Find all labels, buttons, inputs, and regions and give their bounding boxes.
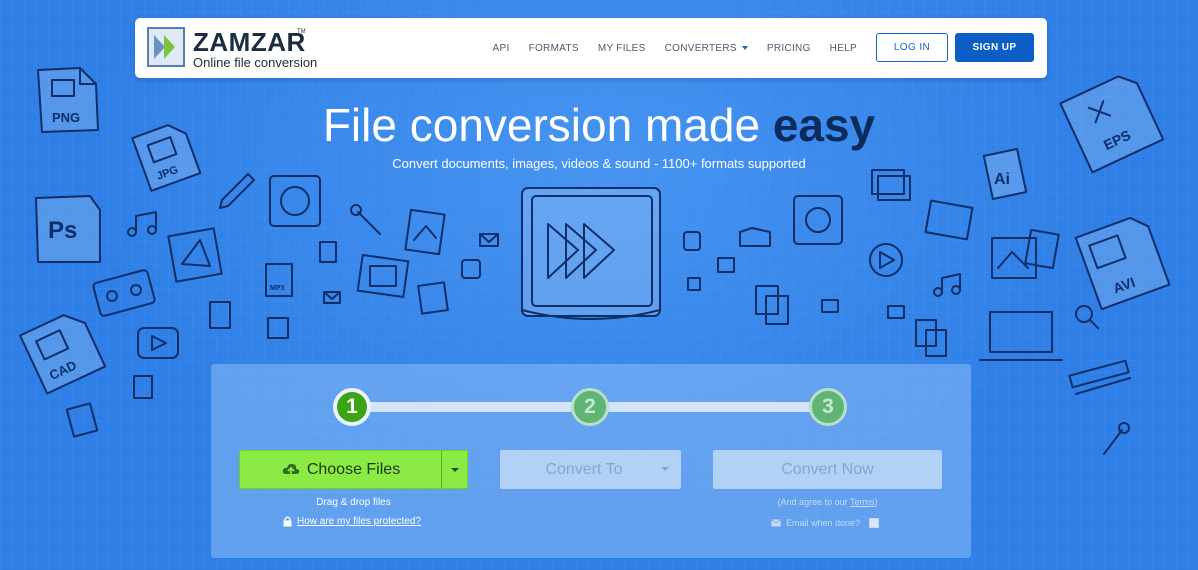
signup-button[interactable]: SIGN UP: [955, 33, 1034, 62]
files-protected-link[interactable]: How are my files protected?: [283, 516, 421, 527]
agree-suffix: ): [874, 497, 878, 507]
drag-drop-hint: Drag & drop files: [316, 497, 391, 508]
svg-text:MP3: MP3: [270, 285, 285, 292]
film-strip-icon: [356, 253, 410, 299]
play-triangle-icon: [167, 227, 223, 283]
terms-link[interactable]: Terms: [850, 497, 875, 507]
image-doc-icon: [404, 208, 446, 256]
lock-icon: [283, 516, 292, 527]
nav-help[interactable]: HELP: [830, 43, 857, 54]
video-doc-icon: [924, 199, 974, 241]
cassette-icon: [92, 269, 156, 317]
play-circle-icon: [869, 243, 903, 277]
step-2-indicator: 2: [571, 388, 609, 426]
nav-converters-label: CONVERTERS: [664, 42, 737, 54]
hero-subtitle: Convert documents, images, videos & soun…: [392, 156, 806, 171]
email-checkbox[interactable]: [869, 518, 880, 528]
pencil-icon: [219, 173, 255, 209]
sync-doc-icon: [793, 195, 843, 245]
logo-trademark: TM: [297, 29, 306, 35]
video-play-icon: [137, 327, 179, 359]
clipboard-icon: [755, 285, 947, 357]
convert-now-button[interactable]: Convert Now: [713, 450, 942, 489]
logo-tagline: Online file conversion: [193, 55, 318, 70]
nav-links: API FORMATS MY FILES CONVERTERS PRICING …: [493, 18, 857, 78]
choose-files-label: Choose Files: [306, 460, 401, 478]
choose-files-button[interactable]: Choose Files: [240, 451, 442, 488]
mp3-file-icon: MP3: [265, 263, 293, 297]
top-navbar: ZAMZAR TM Online file conversion API FOR…: [135, 18, 1047, 78]
small-right-doc-icon: [683, 231, 905, 319]
step-3-indicator: 3: [809, 388, 847, 426]
wrench-icon: [350, 204, 381, 235]
hero-title: File conversion made easy: [0, 96, 1198, 154]
convert-to-label: Convert To: [545, 460, 623, 478]
logo-wordmark: ZAMZAR: [193, 27, 306, 57]
central-play-box-icon: [521, 187, 661, 320]
chevron-down-icon: [741, 45, 748, 50]
login-button[interactable]: LOG IN: [876, 33, 948, 62]
converter-panel: 1 2 3 Choose Files Drag & drop files How…: [211, 364, 971, 558]
svg-text:Ai: Ai: [994, 171, 1010, 188]
nav-converters[interactable]: CONVERTERS: [665, 43, 748, 54]
email-when-done: Email when done?: [771, 518, 880, 528]
caret-down-icon: [451, 467, 459, 472]
nav-formats[interactable]: FORMATS: [529, 43, 579, 54]
svg-text:Ps: Ps: [48, 217, 77, 244]
small-envelope-icon: [323, 291, 341, 304]
nav-api[interactable]: API: [493, 43, 510, 54]
svg-text:AVI: AVI: [1111, 274, 1137, 297]
photoshop-file-icon: Ps: [35, 195, 101, 263]
svg-text:CAD: CAD: [47, 357, 79, 383]
caret-down-icon: [661, 467, 669, 471]
files-protected-text: How are my files protected?: [297, 516, 421, 527]
image-frames-icon: [991, 228, 1060, 279]
photos-icon: [871, 169, 911, 201]
convert-to-select[interactable]: Convert To: [500, 450, 681, 489]
refresh-doc-icon: [269, 175, 321, 227]
hero-title-plain: File conversion made: [322, 99, 773, 151]
hero-title-emphasis: easy: [772, 99, 876, 151]
choose-files-dropdown[interactable]: [442, 451, 468, 488]
id-card-icon: [417, 281, 449, 315]
nav-pricing[interactable]: PRICING: [767, 43, 811, 54]
envelope-icon: [479, 233, 499, 247]
zamzar-logo[interactable]: ZAMZAR TM Online file conversion: [147, 27, 327, 71]
avi-file-icon: AVI: [1074, 216, 1171, 311]
nav-my-files[interactable]: MY FILES: [598, 43, 646, 54]
step-1-indicator: 1: [333, 388, 371, 426]
cad-file-icon: CAD: [19, 314, 107, 395]
cloud-upload-icon: [282, 463, 300, 476]
zamzar-logo-mark-icon: [147, 27, 185, 67]
music-note-right-icon: [933, 273, 961, 297]
folder-icon: [739, 227, 771, 247]
agree-prefix: (And agree to our: [777, 497, 850, 507]
magnifier-icon: [1075, 305, 1099, 329]
ruler-pencil-icon: [1068, 359, 1131, 395]
envelope-icon: [771, 519, 781, 527]
terms-agreement: (And agree to our Terms): [713, 497, 942, 507]
email-label: Email when done?: [786, 518, 861, 528]
music-note-icon: [127, 211, 157, 237]
choose-files-button-group: Choose Files: [239, 450, 468, 489]
laptop-icon: [979, 311, 1063, 361]
wrench-right-icon: [1103, 422, 1130, 455]
